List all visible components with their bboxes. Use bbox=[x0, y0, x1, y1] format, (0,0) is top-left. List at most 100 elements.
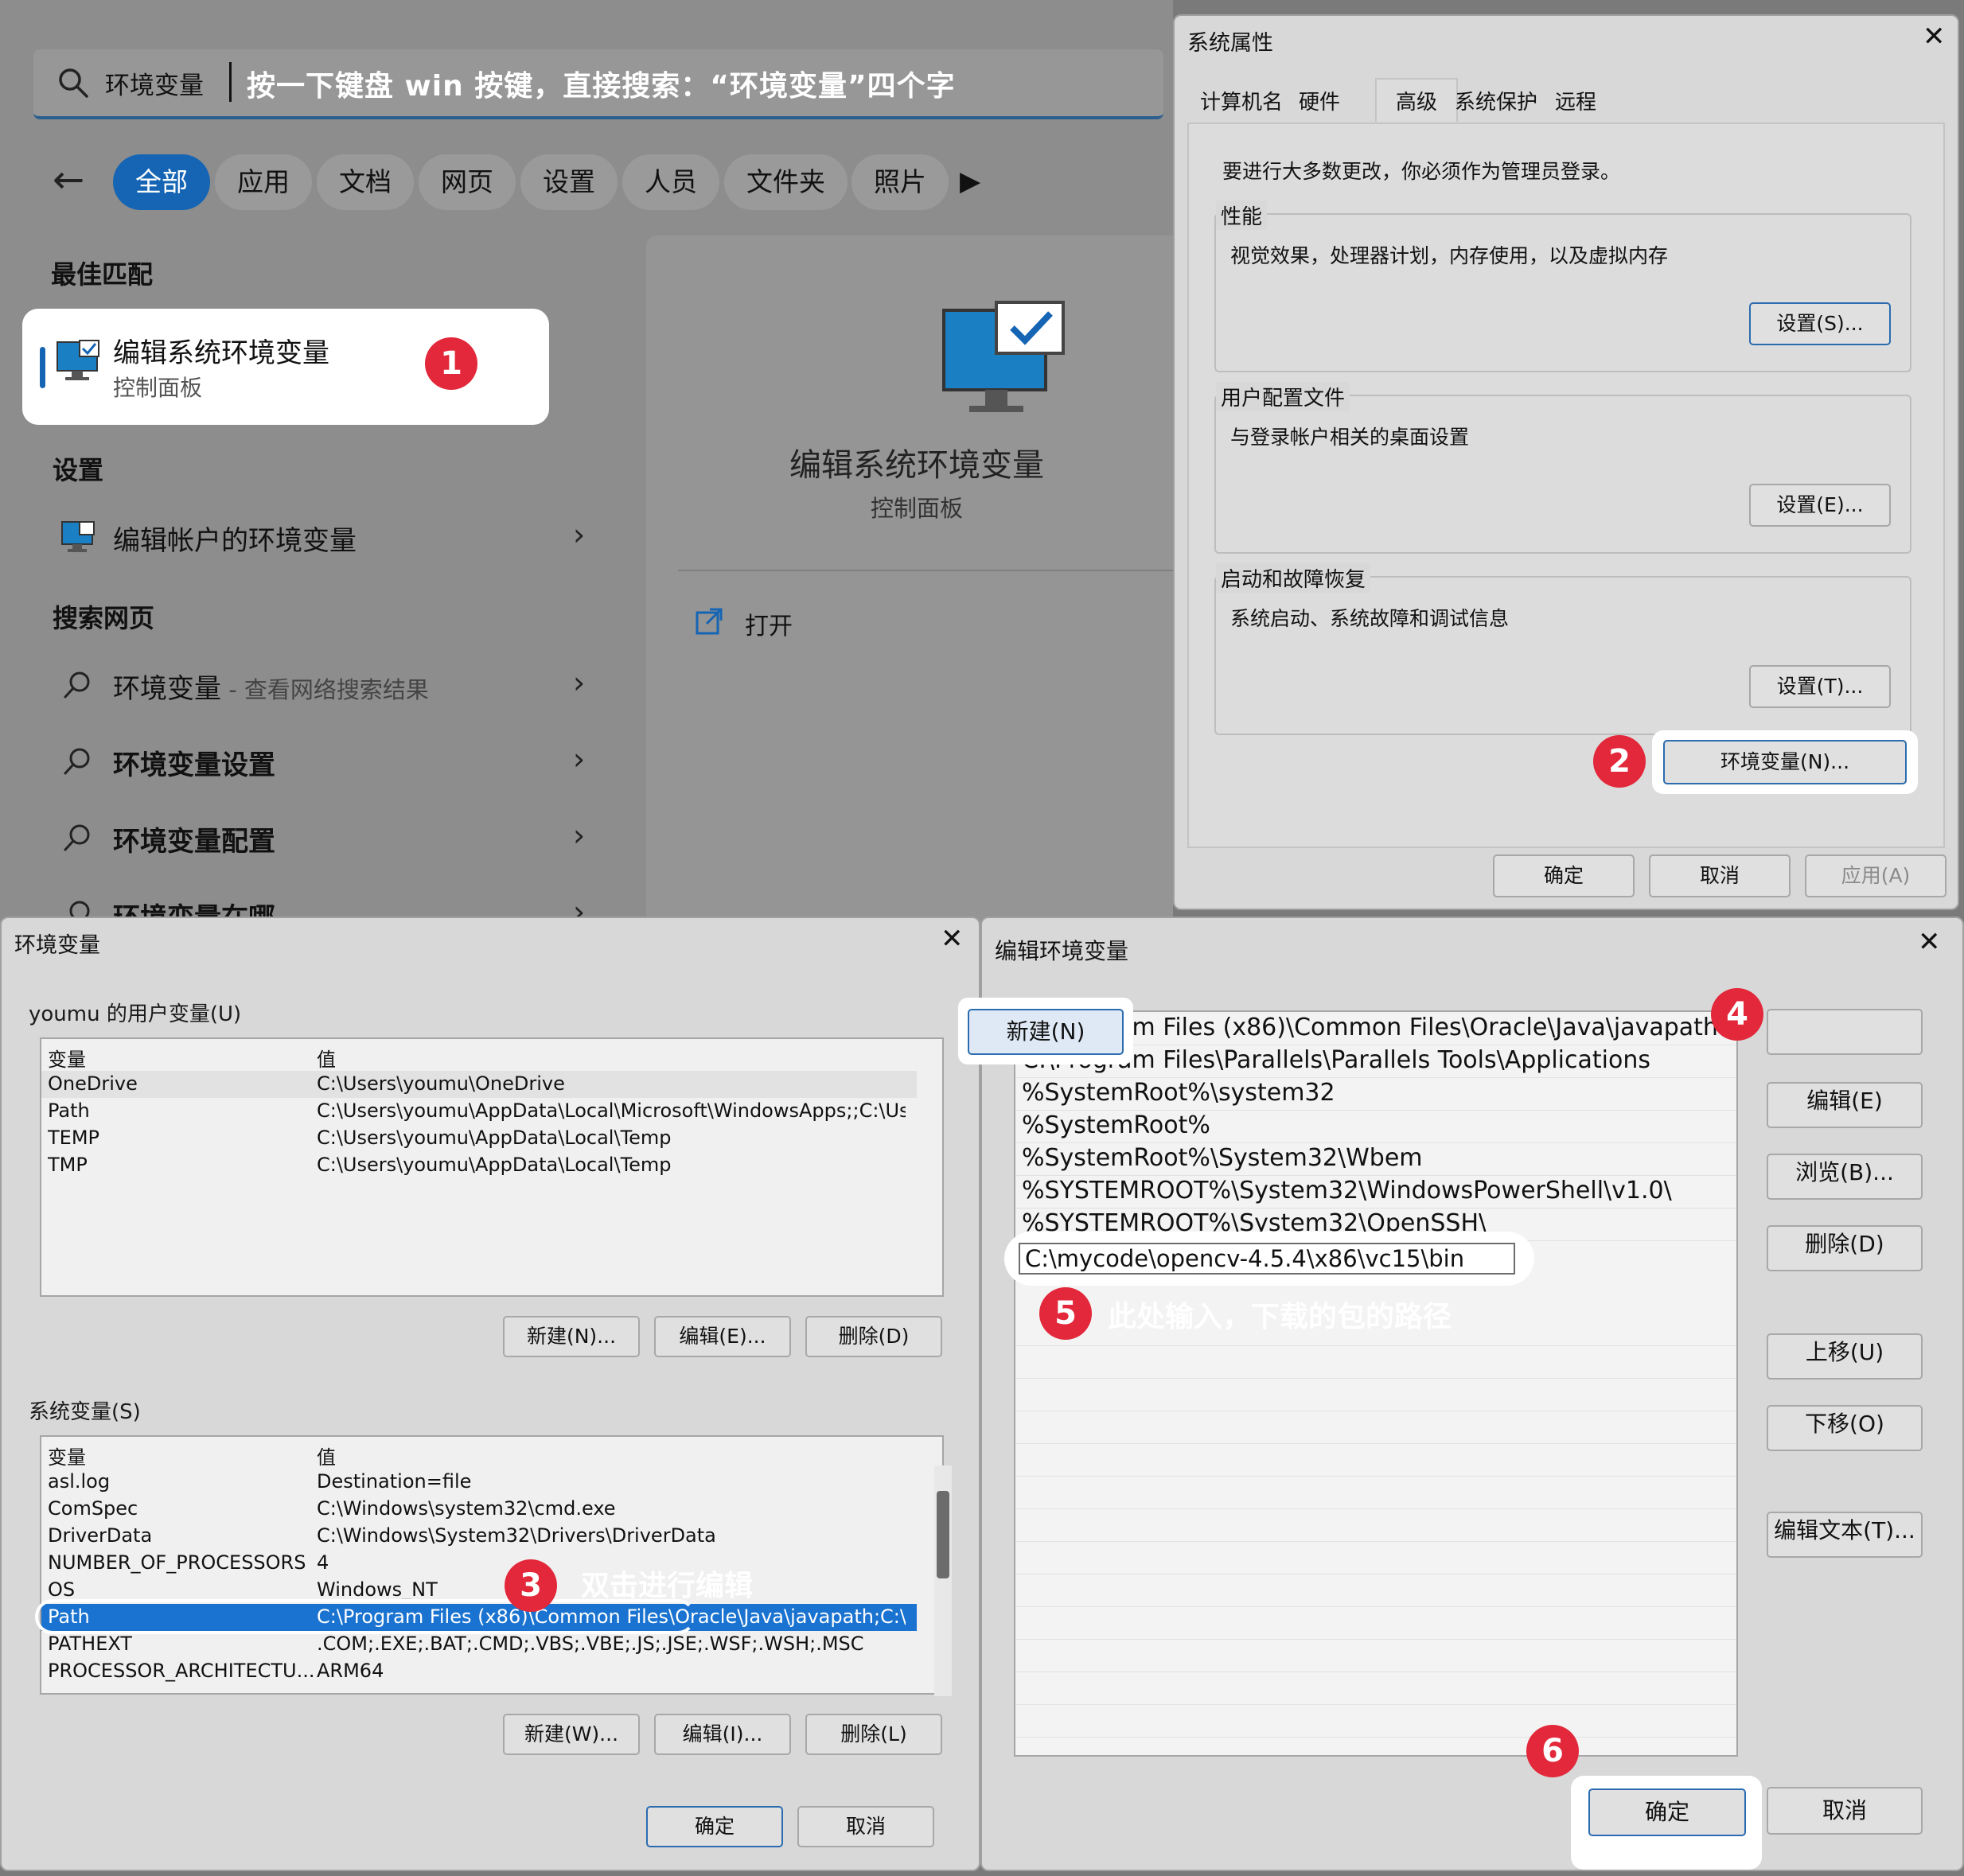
table-row[interactable]: DriverData C:\Windows\System32\Drivers\D… bbox=[41, 1523, 917, 1550]
close-icon[interactable]: ✕ bbox=[1918, 926, 1941, 958]
cancel-button[interactable]: 取消 bbox=[797, 1806, 934, 1847]
highlight-ok-button: 确定 bbox=[1571, 1776, 1762, 1870]
list-item[interactable]: %SystemRoot%\system32 bbox=[1015, 1079, 1736, 1111]
table-row[interactable]: TMP C:\Users\youmu\AppData\Local\Temp bbox=[41, 1152, 917, 1179]
search-icon bbox=[64, 671, 90, 699]
var-value: C:\Users\youmu\AppData\Local\Microsoft\W… bbox=[317, 1100, 906, 1122]
tab-apps[interactable]: 应用 bbox=[215, 154, 312, 210]
back-arrow-icon[interactable]: ← bbox=[53, 158, 84, 202]
tab-hardware[interactable]: 硬件 bbox=[1299, 86, 1340, 115]
monitor-check-icon bbox=[57, 340, 99, 380]
path-entries-list[interactable]: C:\Program Files (x86)\Common Files\Orac… bbox=[1014, 1010, 1738, 1757]
scrollbar-thumb[interactable] bbox=[937, 1491, 949, 1578]
table-row[interactable]: PROCESSOR_ARCHITECTU... ARM64 bbox=[41, 1658, 917, 1685]
web-result-item[interactable]: 环境变量设置 › bbox=[40, 735, 597, 791]
column-header-value: 值 bbox=[317, 1049, 336, 1071]
more-tabs-arrow-icon[interactable]: ▶ bbox=[960, 165, 980, 197]
tab-advanced[interactable]: 高级 bbox=[1375, 78, 1459, 122]
search-bar[interactable]: 环境变量 按一下键盘 win 按键，直接搜索：“环境变量”四个字 bbox=[33, 49, 1163, 119]
web-result-main: 环境变量配置 bbox=[113, 826, 275, 858]
windows-search-panel: 环境变量 按一下键盘 win 按键，直接搜索：“环境变量”四个字 ← 全部 应用… bbox=[0, 0, 1173, 923]
tab-people[interactable]: 人员 bbox=[622, 154, 719, 210]
list-item[interactable]: %SYSTEMROOT%\System32\WindowsPowerShell\… bbox=[1015, 1177, 1736, 1209]
startup-recovery-settings-button[interactable]: 设置(T)... bbox=[1749, 665, 1891, 708]
scrollbar[interactable] bbox=[934, 1465, 952, 1696]
tab-computer-name[interactable]: 计算机名 bbox=[1200, 86, 1283, 115]
var-name: TEMP bbox=[48, 1127, 100, 1149]
preview-title: 编辑系统环境变量 bbox=[789, 447, 1044, 484]
ok-button[interactable]: 确定 bbox=[1493, 854, 1635, 897]
tab-all[interactable]: 全部 bbox=[113, 154, 210, 210]
tab-settings[interactable]: 设置 bbox=[520, 154, 618, 210]
web-result-item[interactable]: 环境变量 - 查看网络搜索结果 › bbox=[40, 659, 597, 714]
system-new-button[interactable]: 新建(W)... bbox=[503, 1714, 640, 1755]
divider bbox=[678, 570, 1173, 571]
user-vars-heading: youmu 的用户变量(U) bbox=[29, 1002, 242, 1026]
delete-entry-button[interactable]: 删除(D) bbox=[1767, 1225, 1923, 1271]
new-entry-button[interactable]: 新建(N) bbox=[968, 1009, 1124, 1055]
var-name: Path bbox=[48, 1100, 90, 1122]
empty-row bbox=[1015, 1412, 1736, 1444]
best-match-subtitle: 控制面板 bbox=[113, 375, 203, 401]
tab-photos[interactable]: 照片 bbox=[851, 154, 949, 210]
highlight-new-button: 新建(N) bbox=[958, 998, 1133, 1064]
best-match-result[interactable]: 编辑系统环境变量 控制面板 1 bbox=[22, 309, 549, 425]
empty-row bbox=[1015, 1673, 1736, 1705]
var-name: DriverData bbox=[48, 1524, 153, 1547]
table-row[interactable]: asl.log Destination=file bbox=[41, 1469, 917, 1496]
edit-text-button[interactable]: 编辑文本(T)... bbox=[1767, 1512, 1923, 1558]
best-match-heading: 最佳匹配 bbox=[51, 259, 154, 290]
user-edit-button[interactable]: 编辑(E)... bbox=[654, 1316, 791, 1357]
tab-folders[interactable]: 文件夹 bbox=[724, 154, 848, 210]
open-action[interactable]: 打开 bbox=[745, 606, 793, 641]
system-vars-list[interactable]: 变量 值 asl.log Destination=file ComSpec C:… bbox=[35, 1435, 952, 1696]
new-path-input[interactable] bbox=[1019, 1243, 1515, 1275]
cancel-button[interactable]: 取消 bbox=[1767, 1787, 1923, 1835]
user-vars-list[interactable]: 变量 值 OneDrive C:\Users\youmu\OneDrive Pa… bbox=[40, 1037, 944, 1297]
table-row[interactable]: PATHEXT .COM;.EXE;.BAT;.CMD;.VBS;.VBE;.J… bbox=[41, 1631, 917, 1658]
user-new-button[interactable]: 新建(N)... bbox=[503, 1316, 640, 1357]
user-delete-button[interactable]: 删除(D) bbox=[805, 1316, 942, 1357]
text-caret bbox=[229, 62, 232, 102]
user-profiles-group bbox=[1214, 395, 1911, 554]
ok-button[interactable]: 确定 bbox=[1588, 1788, 1746, 1836]
var-value: .COM;.EXE;.BAT;.CMD;.VBS;.VBE;.JS;.JSE;.… bbox=[317, 1633, 864, 1655]
tab-system-protection[interactable]: 系统保护 bbox=[1455, 86, 1537, 115]
ok-button[interactable]: 确定 bbox=[646, 1806, 783, 1847]
table-row[interactable]: Path C:\Users\youmu\AppData\Local\Micros… bbox=[41, 1098, 917, 1125]
cancel-button[interactable]: 取消 bbox=[1649, 854, 1791, 897]
group-label: 用户配置文件 bbox=[1216, 382, 1350, 411]
tab-web[interactable]: 网页 bbox=[419, 154, 516, 210]
monitor-settings-icon bbox=[61, 521, 95, 552]
var-name: NUMBER_OF_PROCESSORS bbox=[48, 1551, 306, 1574]
environment-variables-button[interactable]: 环境变量(N)... bbox=[1663, 740, 1907, 784]
table-row[interactable]: ComSpec C:\Windows\system32\cmd.exe bbox=[41, 1496, 917, 1523]
list-item[interactable]: %SystemRoot% bbox=[1015, 1111, 1736, 1143]
edit-entry-button[interactable]: 编辑(E) bbox=[1767, 1082, 1923, 1128]
empty-row bbox=[1015, 1445, 1736, 1477]
group-description: 系统启动、系统故障和调试信息 bbox=[1230, 607, 1510, 630]
dialog-title: 编辑环境变量 bbox=[995, 938, 1129, 964]
close-icon[interactable]: ✕ bbox=[1923, 21, 1946, 53]
close-icon[interactable]: ✕ bbox=[941, 923, 964, 955]
move-down-button[interactable]: 下移(O) bbox=[1767, 1405, 1923, 1451]
step-badge-6: 6 bbox=[1526, 1725, 1579, 1777]
tab-documents[interactable]: 文档 bbox=[317, 154, 414, 210]
dialog-title: 系统属性 bbox=[1187, 31, 1273, 56]
table-row[interactable]: TEMP C:\Users\youmu\AppData\Local\Temp bbox=[41, 1125, 917, 1152]
search-input[interactable]: 环境变量 bbox=[105, 65, 204, 101]
tab-remote[interactable]: 远程 bbox=[1555, 86, 1596, 115]
table-row[interactable]: NUMBER_OF_PROCESSORS 4 bbox=[41, 1550, 917, 1577]
apply-button[interactable]: 应用(A) bbox=[1805, 854, 1946, 897]
table-row[interactable]: OneDrive C:\Users\youmu\OneDrive bbox=[41, 1071, 917, 1098]
empty-row bbox=[1015, 1706, 1736, 1738]
user-profiles-settings-button[interactable]: 设置(E)... bbox=[1749, 484, 1891, 527]
system-edit-button[interactable]: 编辑(I)... bbox=[654, 1714, 791, 1755]
monitor-check-icon bbox=[942, 301, 1065, 412]
web-result-item[interactable]: 环境变量配置 › bbox=[40, 812, 597, 867]
browse-button[interactable]: 浏览(B)... bbox=[1767, 1154, 1923, 1200]
system-delete-button[interactable]: 删除(L) bbox=[805, 1714, 942, 1755]
move-up-button[interactable]: 上移(U) bbox=[1767, 1333, 1923, 1380]
performance-settings-button[interactable]: 设置(S)... bbox=[1749, 302, 1891, 345]
list-item[interactable]: %SystemRoot%\System32\Wbem bbox=[1015, 1144, 1736, 1176]
